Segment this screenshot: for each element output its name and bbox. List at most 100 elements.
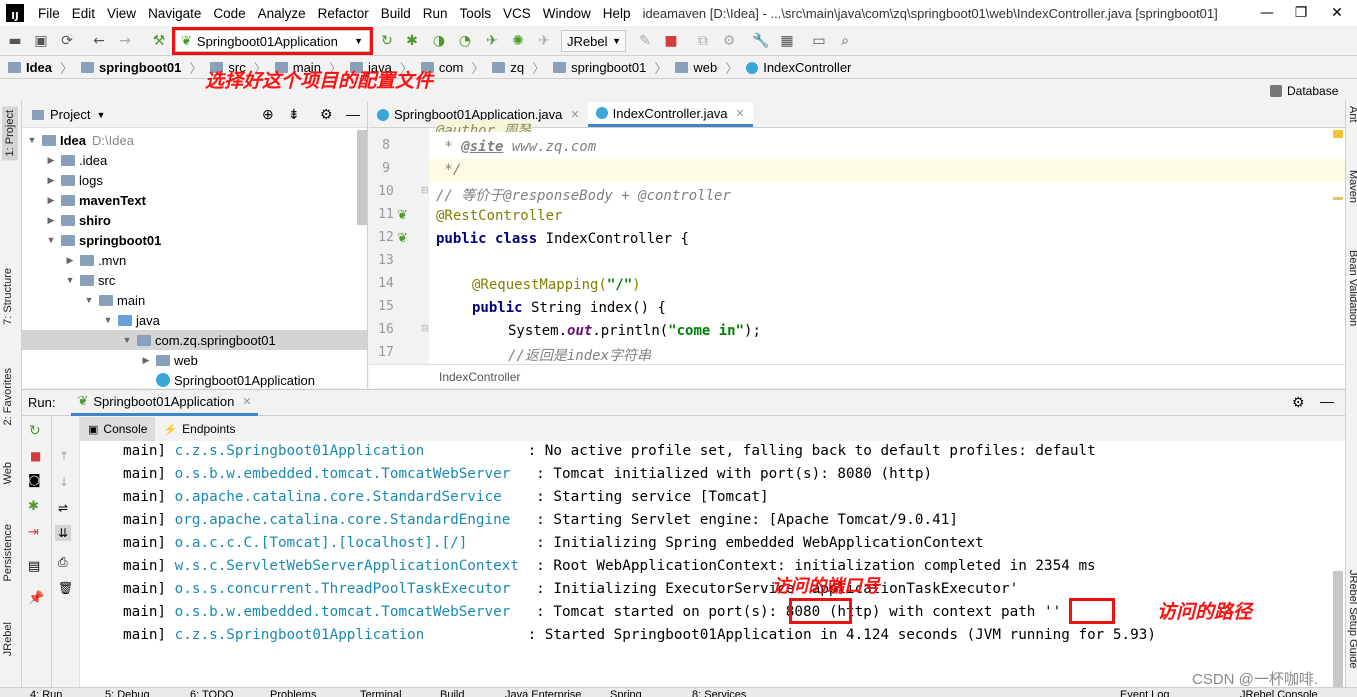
back-icon[interactable]: ← [90,32,108,50]
expand-arrow-icon[interactable]: ▼ [121,335,133,345]
menu-file[interactable]: File [32,6,66,21]
breadcrumb-item[interactable]: Idea 〉 [8,58,73,77]
bottom-tab[interactable]: Spring [610,689,642,697]
breadcrumb-item[interactable]: web 〉 [675,58,738,77]
breadcrumb-item[interactable]: springboot01 〉 [81,58,202,77]
menu-build[interactable]: Build [375,6,417,21]
breadcrumb-item[interactable]: IndexController [746,60,851,75]
bottom-tab[interactable]: Terminal [360,689,402,697]
scroll-to-end-icon[interactable]: ⇊ [55,525,72,541]
spring-bean-gutter-icon[interactable]: ❦ [397,208,408,223]
scrollbar[interactable] [1333,571,1343,687]
chevron-down-icon[interactable]: ▼ [96,110,105,120]
tab-console[interactable]: ▣ Console [80,417,156,441]
soft-wrap-icon[interactable]: ⇌ [58,501,68,515]
trash-icon[interactable]: 🗑 [58,581,73,595]
database-tab[interactable]: Database [1270,82,1338,100]
bottom-tab[interactable]: Event Log [1120,689,1170,697]
bottom-tab[interactable]: 5: Debug [105,689,150,697]
sync-icon[interactable]: ⟳ [58,32,76,50]
menu-navigate[interactable]: Navigate [142,6,207,21]
debug-icon[interactable]: ✱ [28,499,39,514]
expand-arrow-icon[interactable]: ▼ [26,135,38,145]
scrollbar[interactable] [357,130,367,225]
menu-vcs[interactable]: VCS [497,6,537,21]
tab-project[interactable]: 1: Project [2,106,18,161]
tab-bean-validation[interactable]: Bean Validation [1347,250,1357,326]
terminal-icon[interactable]: ▭ [810,32,828,50]
locate-icon[interactable]: ⊕ [262,106,274,123]
jrebel-debug-icon[interactable]: ✺ [509,32,527,50]
close-icon[interactable]: ✕ [1320,0,1354,26]
tree-item[interactable]: ▶ .idea [22,150,367,170]
menu-refactor[interactable]: Refactor [312,6,375,21]
open-folder-icon[interactable]: ▬ [6,32,24,50]
jrebel-settings-icon[interactable]: ✈ [535,32,553,50]
save-icon[interactable]: ▣ [32,32,50,50]
error-stripe-marker[interactable] [1333,197,1343,200]
bottom-tab[interactable]: 6: TODO [190,689,234,697]
tab-jrebel-setup-guide[interactable]: JRebel Setup Guide [1347,570,1357,668]
editor-breadcrumb-label[interactable]: IndexController [439,370,520,384]
print-icon[interactable]: ⎙ [58,555,68,570]
minimize-icon[interactable]: — [1250,0,1284,26]
bottom-tab[interactable]: Problems [270,689,316,697]
tree-item[interactable]: ▼ src [22,270,367,290]
rerun-icon[interactable]: ↻ [378,32,396,50]
menu-code[interactable]: Code [207,6,251,21]
tree-item[interactable]: ▼ Idea D:\Idea [22,130,367,150]
tab-persistence[interactable]: Persistence [2,524,14,581]
profile-icon[interactable]: ◔ [456,32,474,50]
tab-indexcontroller[interactable]: IndexController.java ✕ [587,102,753,127]
gear-icon[interactable]: ⚙ [320,106,333,123]
bottom-tab[interactable]: 4: Run [30,689,62,697]
menu-help[interactable]: Help [597,6,637,21]
tab-structure[interactable]: 7: Structure [2,268,14,325]
menu-run[interactable]: Run [417,6,454,21]
debug-icon[interactable]: ✱ [403,32,421,50]
scroll-down-icon[interactable]: ↓ [59,475,69,489]
collapse-arrow-icon[interactable]: ▶ [140,355,152,366]
hide-icon[interactable]: — [346,106,360,122]
bottom-tab[interactable]: Java Enterprise [505,689,581,697]
jrebel-run-icon[interactable]: ✈ [483,32,501,50]
vcs-update-icon[interactable]: ⧉ [694,32,712,50]
tree-item[interactable]: ▼ com.zq.springboot01 [22,330,367,350]
scroll-up-icon[interactable]: ↑ [59,449,69,463]
tree-item[interactable]: ▼ java [22,310,367,330]
fold-icon[interactable]: ⊟ [421,324,429,334]
fold-icon[interactable]: ⊟ [421,186,429,196]
collapse-arrow-icon[interactable]: ▶ [45,175,57,186]
collapse-arrow-icon[interactable]: ▶ [64,255,76,266]
build-hammer-icon[interactable]: ⚒ [150,32,168,50]
expand-arrow-icon[interactable]: ▼ [102,315,114,325]
coverage-icon[interactable]: ◑ [430,32,448,50]
close-tab-icon[interactable]: ✕ [570,108,579,121]
exit-icon[interactable]: ⇥ [28,525,39,540]
warning-marker[interactable] [1333,130,1343,138]
expand-arrow-icon[interactable]: ▼ [45,235,57,245]
collapse-arrow-icon[interactable]: ▶ [45,155,57,166]
breadcrumb-item[interactable]: springboot01 〉 [553,58,667,77]
bottom-tab[interactable]: Build [440,689,464,697]
run-tab[interactable]: ❦ Springboot01Application ✕ [71,390,258,416]
collapse-all-icon[interactable]: ⇟ [288,106,300,123]
collapse-arrow-icon[interactable]: ▶ [45,195,57,206]
tree-item[interactable]: Springboot01Application [22,370,367,390]
forward-icon[interactable]: → [116,32,134,50]
tree-item[interactable]: ▶ shiro [22,210,367,230]
search-icon[interactable]: ⌕ [836,32,854,50]
menu-analyze[interactable]: Analyze [252,6,312,21]
vcs-commit-icon[interactable]: ⚙ [720,32,738,50]
gear-icon[interactable]: ⚙ [1292,394,1305,411]
close-tab-icon[interactable]: ✕ [242,395,251,408]
breadcrumb-item[interactable]: zq 〉 [492,58,545,77]
tab-favorites[interactable]: 2: Favorites [2,368,14,425]
bottom-tab[interactable]: JRebel Console [1240,689,1318,697]
restore-icon[interactable]: ❐ [1284,0,1318,26]
hide-icon[interactable]: — [1320,393,1334,409]
wrench-icon[interactable]: 🔧 [752,32,770,50]
spring-run-gutter-icon[interactable]: ❦ [397,231,408,246]
camera-icon[interactable]: ◙ [28,473,41,488]
menu-window[interactable]: Window [537,6,597,21]
